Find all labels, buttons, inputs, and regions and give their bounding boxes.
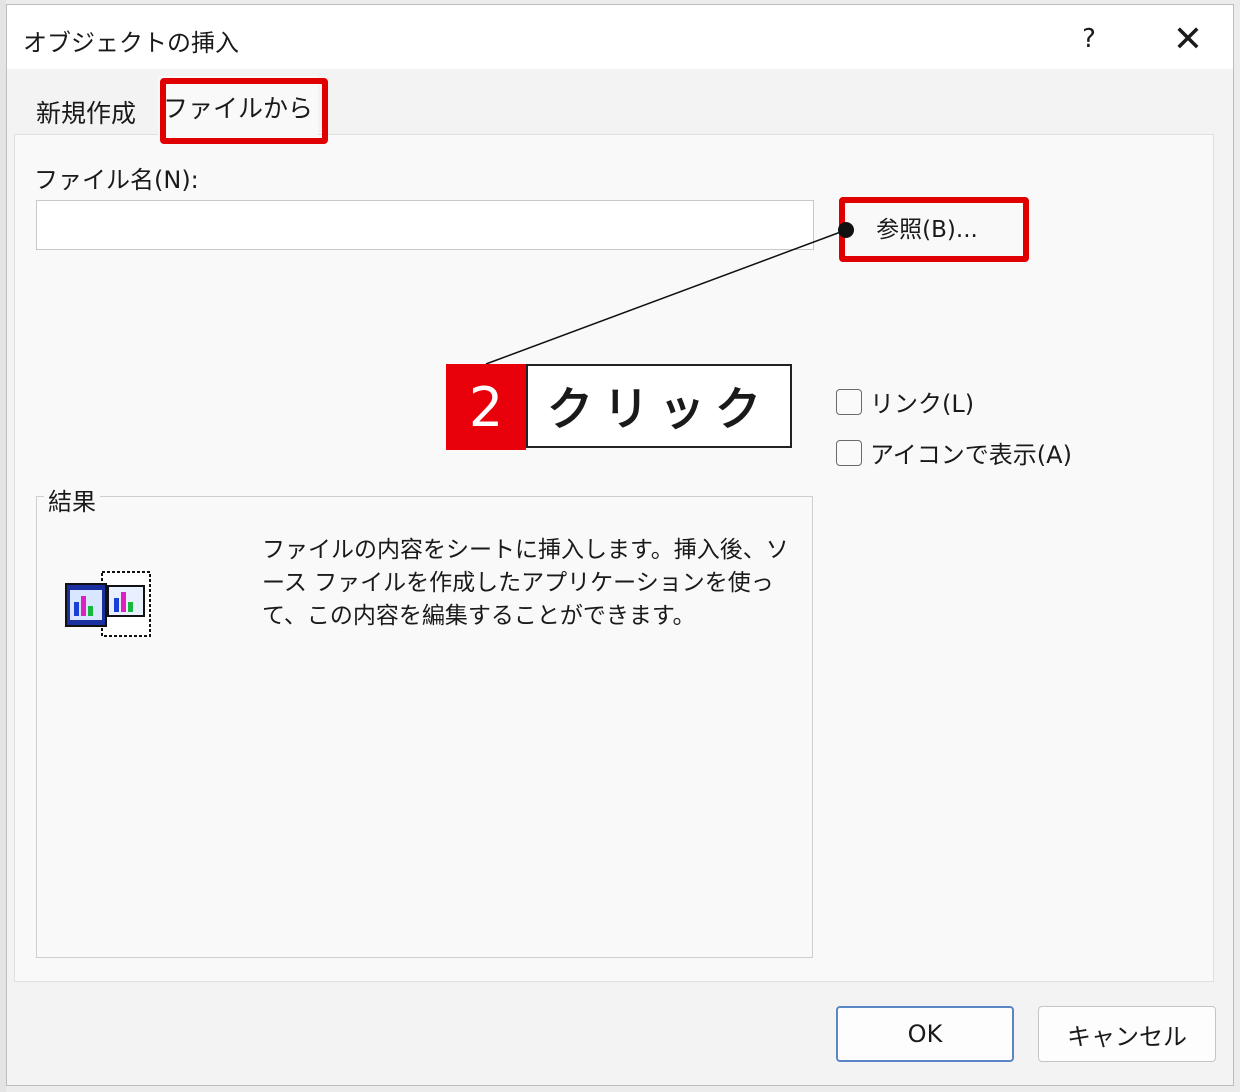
close-button[interactable]: ✕ bbox=[1157, 11, 1219, 67]
display-as-icon-checkbox-box[interactable] bbox=[836, 439, 862, 466]
filename-input[interactable] bbox=[36, 200, 814, 250]
cancel-button-label: キャンセル bbox=[1067, 1022, 1187, 1051]
ok-button[interactable]: OK bbox=[836, 1006, 1014, 1062]
ok-button-label: OK bbox=[907, 1020, 943, 1048]
display-as-icon-checkbox[interactable]: アイコンで表示(A) bbox=[836, 435, 1072, 470]
tab-create-new[interactable]: 新規作成 bbox=[36, 94, 136, 130]
link-checkbox-label: リンク(L) bbox=[870, 390, 975, 418]
step-instruction-label: クリック bbox=[526, 364, 792, 448]
browse-highlight-box bbox=[839, 197, 1029, 262]
link-checkbox[interactable]: リンク(L) bbox=[836, 384, 974, 419]
filename-label: ファイル名(N): bbox=[34, 166, 199, 194]
link-checkbox-box[interactable] bbox=[836, 388, 862, 415]
help-button[interactable]: ? bbox=[1063, 13, 1115, 65]
close-icon: ✕ bbox=[1172, 18, 1204, 60]
tab-highlight-box bbox=[160, 78, 328, 144]
title-bar: オブジェクトの挿入 ? ✕ bbox=[7, 5, 1233, 69]
display-as-icon-checkbox-label: アイコンで表示(A) bbox=[870, 441, 1072, 469]
result-label: 結果 bbox=[44, 482, 100, 517]
cancel-button[interactable]: キャンセル bbox=[1038, 1006, 1216, 1062]
result-description: ファイルの内容をシートに挿入します。挿入後、ソース ファイルを作成したアプリケー… bbox=[262, 537, 789, 629]
step-number-badge: 2 bbox=[446, 364, 526, 450]
embedded-object-icon bbox=[65, 571, 151, 637]
dialog-title: オブジェクトの挿入 bbox=[23, 29, 239, 57]
help-icon: ? bbox=[1082, 24, 1096, 54]
